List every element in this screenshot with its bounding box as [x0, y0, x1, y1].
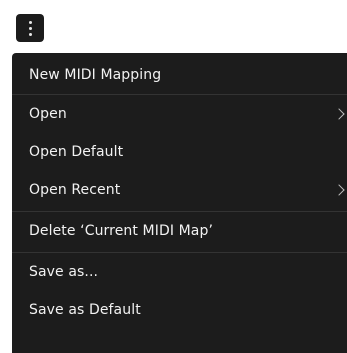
menu-item-label: Open	[29, 106, 67, 122]
menu-item-label: New MIDI Mapping	[29, 67, 162, 83]
kebab-dot-icon	[28, 26, 32, 30]
menu-item-open-default[interactable]: Open Default	[12, 133, 347, 171]
menu-item-new-midi-mapping[interactable]: New MIDI Mapping	[12, 56, 347, 94]
kebab-dot-icon	[28, 20, 32, 24]
menu-item-label: Open Recent	[29, 182, 121, 198]
chevron-right-icon	[333, 184, 345, 196]
menu-item-label: Open Default	[29, 144, 124, 160]
chevron-right-icon	[333, 108, 345, 120]
menu-item-open-recent[interactable]: Open Recent	[12, 171, 347, 209]
more-options-button[interactable]	[16, 14, 44, 42]
kebab-dot-icon	[28, 32, 32, 36]
menu-item-label: Save as...	[29, 264, 99, 280]
menu-item-open[interactable]: Open	[12, 95, 347, 133]
menu-item-save-as[interactable]: Save as...	[12, 253, 347, 291]
menu-item-label: Delete ‘Current MIDI Map’	[29, 223, 213, 239]
menu-item-label: Save as Default	[29, 302, 141, 318]
menu-item-save-as-default[interactable]: Save as Default	[12, 291, 347, 329]
menu-item-delete-current-map[interactable]: Delete ‘Current MIDI Map’	[12, 212, 347, 250]
midi-mapping-menu: New MIDI Mapping Open Open Default Open …	[12, 53, 347, 353]
